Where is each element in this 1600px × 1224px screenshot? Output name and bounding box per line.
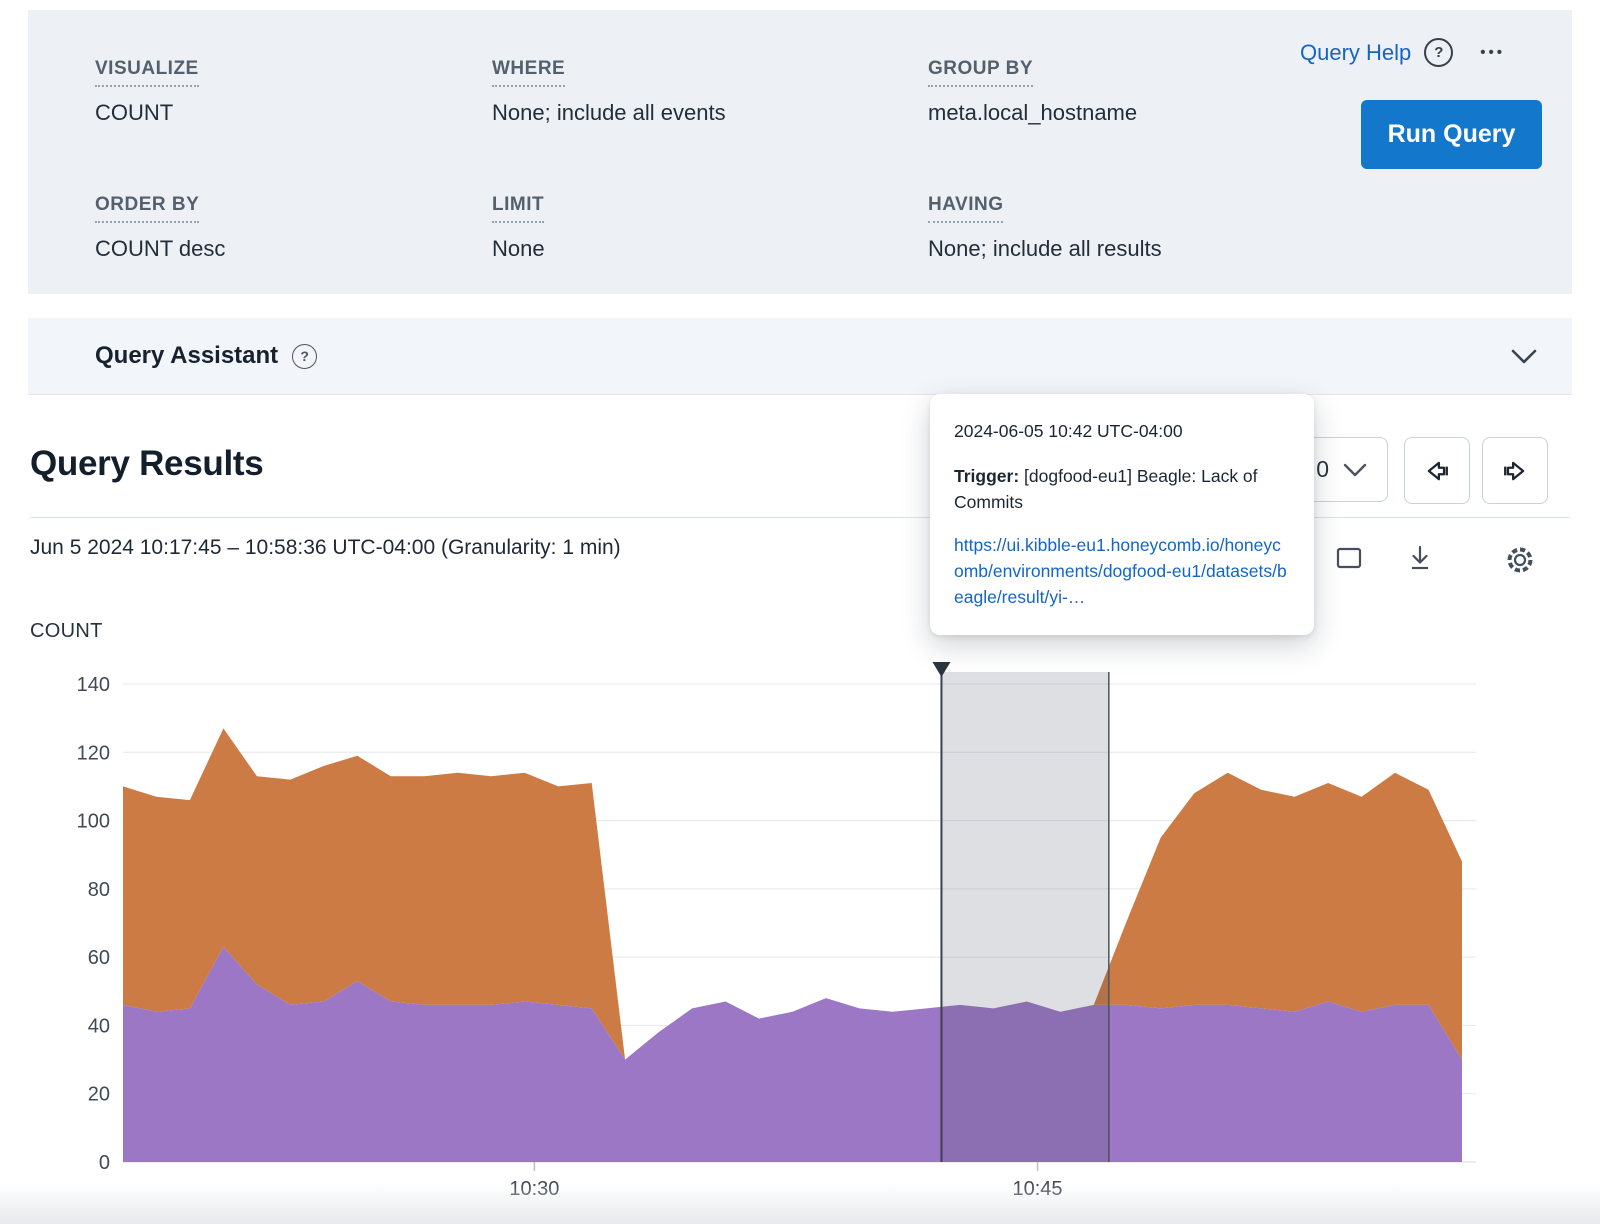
arrow-right-bar-icon xyxy=(1500,456,1530,486)
group-by-value[interactable]: meta.local_hostname xyxy=(928,100,1137,126)
limit-value[interactable]: None xyxy=(492,236,545,262)
tooltip-trigger-link[interactable]: https://ui.kibble-eu1.honeycomb.io/honey… xyxy=(954,532,1290,611)
order-by-label: ORDER BY xyxy=(95,194,199,223)
order-by-value[interactable]: COUNT desc xyxy=(95,236,225,262)
visualize-label: VISUALIZE xyxy=(95,58,199,87)
query-assistant-bar[interactable]: Query Assistant ? xyxy=(28,318,1572,395)
field-order-by[interactable]: ORDER BY COUNT desc xyxy=(95,194,225,262)
where-label: WHERE xyxy=(492,58,565,87)
field-having[interactable]: HAVING None; include all results xyxy=(928,194,1162,262)
chevron-down-icon xyxy=(1343,463,1367,477)
results-divider xyxy=(30,517,1570,518)
expand-view-icon[interactable] xyxy=(1336,546,1363,571)
having-value[interactable]: None; include all results xyxy=(928,236,1162,262)
gear-icon[interactable] xyxy=(1502,542,1538,578)
chart-tooltip: 2024-06-05 10:42 UTC-04:00 Trigger: [dog… xyxy=(930,394,1314,635)
chevron-down-icon[interactable] xyxy=(1510,348,1538,365)
y-axis-tick-label: 0 xyxy=(99,1152,110,1174)
result-count-value: 0 xyxy=(1316,456,1329,483)
field-visualize[interactable]: VISUALIZE COUNT xyxy=(95,58,199,126)
field-limit[interactable]: LIMIT None xyxy=(492,194,545,262)
chart-axis-title: COUNT xyxy=(30,620,103,643)
limit-label: LIMIT xyxy=(492,194,544,223)
query-assistant-title: Query Assistant xyxy=(95,342,278,370)
y-axis-tick-label: 40 xyxy=(88,1015,110,1037)
y-axis-tick-label: 80 xyxy=(88,879,110,901)
y-axis-tick-label: 60 xyxy=(88,947,110,969)
help-question-icon[interactable]: ? xyxy=(1424,38,1453,67)
having-label: HAVING xyxy=(928,194,1003,223)
y-axis-tick-label: 100 xyxy=(77,811,110,833)
field-group-by[interactable]: GROUP BY meta.local_hostname xyxy=(928,58,1137,126)
y-axis-tick-label: 120 xyxy=(77,742,110,764)
group-by-label: GROUP BY xyxy=(928,58,1033,87)
where-value[interactable]: None; include all events xyxy=(492,100,726,126)
previous-time-window-button[interactable] xyxy=(1404,437,1470,504)
tooltip-trigger-label: Trigger: xyxy=(954,466,1019,486)
bottom-scroll-band xyxy=(0,1184,1600,1224)
overflow-menu-icon[interactable]: ••• xyxy=(1480,44,1505,61)
count-chart[interactable]: 02040608010012014010:3010:45 xyxy=(30,660,1490,1220)
next-time-window-button[interactable] xyxy=(1482,437,1548,504)
field-where[interactable]: WHERE None; include all events xyxy=(492,58,726,126)
query-page: VISUALIZE COUNT WHERE None; include all … xyxy=(0,0,1600,1224)
query-help-link[interactable]: Query Help xyxy=(1300,40,1411,66)
selection-region[interactable] xyxy=(941,672,1108,1162)
arrow-left-bar-icon xyxy=(1422,456,1452,486)
tooltip-trigger-text: Trigger: [dogfood-eu1] Beagle: Lack of C… xyxy=(954,463,1290,516)
visualize-value[interactable]: COUNT xyxy=(95,100,199,126)
page-title: Query Results xyxy=(30,444,263,484)
download-icon[interactable] xyxy=(1404,542,1436,574)
query-builder-panel: VISUALIZE COUNT WHERE None; include all … xyxy=(28,10,1572,294)
y-axis-tick-label: 20 xyxy=(88,1084,110,1106)
tooltip-timestamp: 2024-06-05 10:42 UTC-04:00 xyxy=(954,421,1290,442)
y-axis-tick-label: 140 xyxy=(77,674,110,696)
time-range-text: Jun 5 2024 10:17:45 – 10:58:36 UTC-04:00… xyxy=(30,536,621,560)
assistant-help-icon[interactable]: ? xyxy=(292,344,317,369)
run-query-button[interactable]: Run Query xyxy=(1361,100,1542,169)
